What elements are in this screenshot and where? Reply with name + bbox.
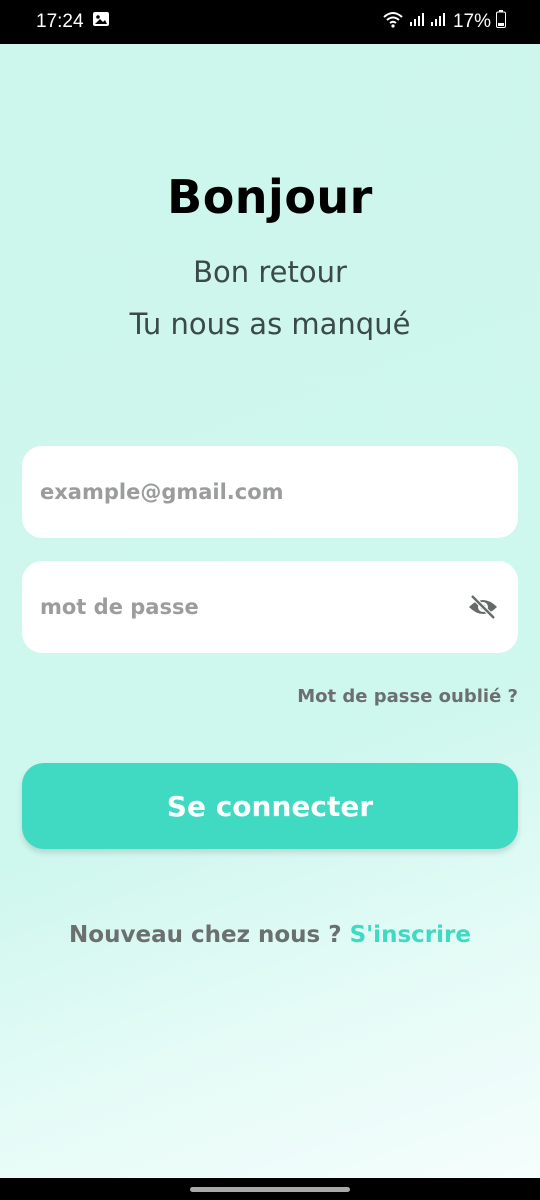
subtitle-line-2: Tu nous as manqué — [129, 307, 411, 341]
wifi-icon — [382, 10, 404, 34]
signup-prompt: Nouveau chez nous ? — [69, 922, 342, 948]
battery-icon — [496, 10, 506, 34]
home-indicator[interactable] — [190, 1187, 350, 1192]
battery-percent: 17% — [452, 11, 491, 32]
status-bar: 17:24 17% — [0, 0, 540, 44]
login-button[interactable]: Se connecter — [22, 763, 518, 849]
email-field-container — [22, 446, 518, 538]
status-left: 17:24 — [36, 11, 110, 33]
status-time: 17:24 — [36, 11, 84, 32]
image-icon — [92, 11, 110, 33]
eye-off-icon[interactable] — [466, 590, 500, 624]
signal-icon — [430, 11, 446, 33]
email-input[interactable] — [40, 480, 500, 504]
signal-icon — [409, 11, 425, 33]
subtitle-line-1: Bon retour — [193, 255, 347, 289]
greeting-title: Bonjour — [167, 170, 373, 224]
signup-link[interactable]: S'inscrire — [350, 922, 471, 948]
status-right: 17% — [382, 10, 506, 34]
signup-row: Nouveau chez nous ? S'inscrire — [0, 922, 540, 948]
forgot-password-link[interactable]: Mot de passe oublié ? — [297, 686, 518, 707]
password-input[interactable] — [40, 595, 466, 619]
navigation-bar — [0, 1178, 540, 1200]
password-field-container — [22, 561, 518, 653]
